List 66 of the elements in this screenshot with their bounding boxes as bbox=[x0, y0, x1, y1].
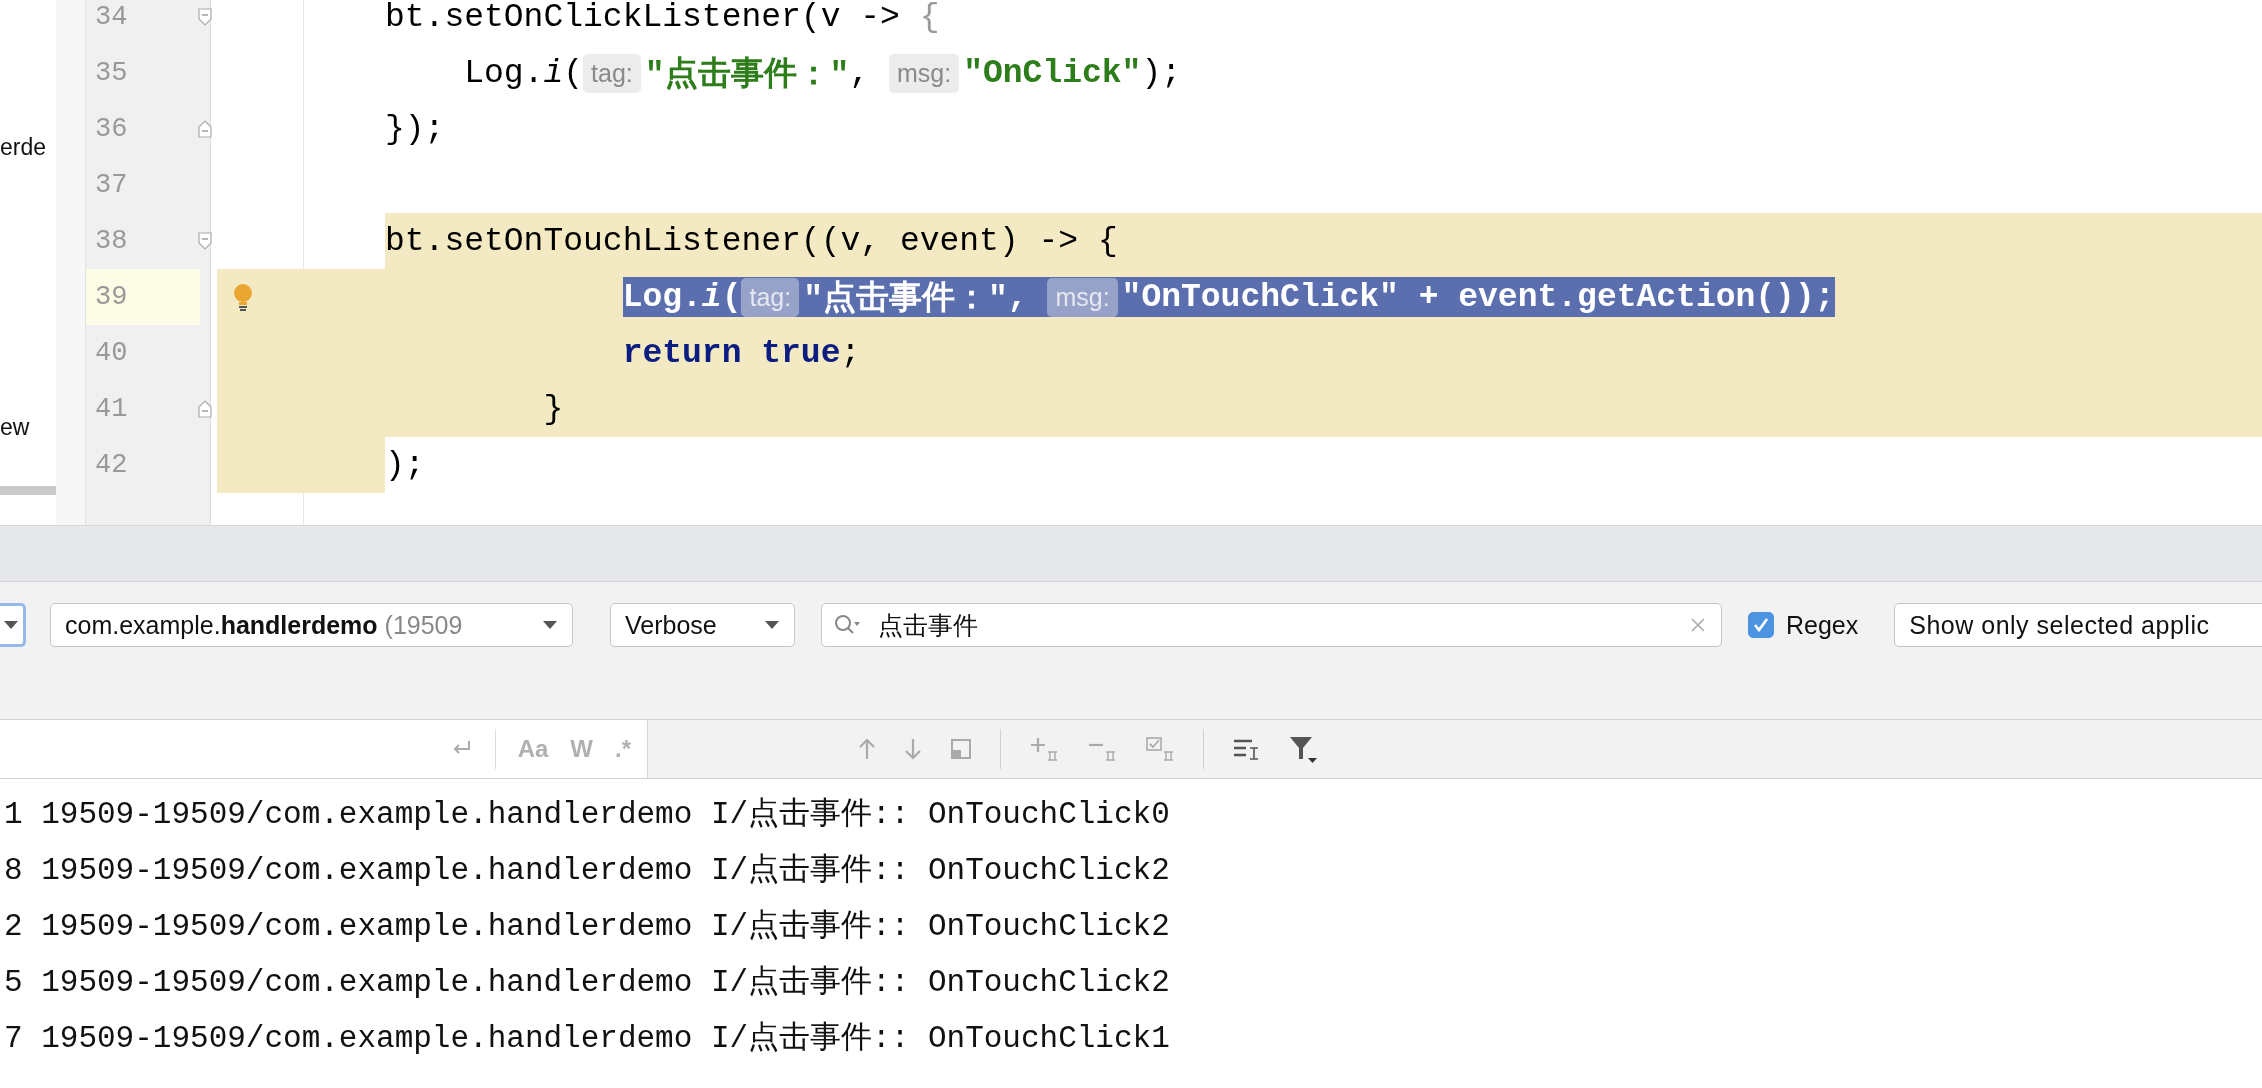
parameter-hint: tag: bbox=[741, 277, 800, 317]
fold-marker-icon[interactable] bbox=[198, 232, 212, 250]
log-line: 7 19509-19509/com.example.handlerdemo I/点击事件:: OnTouchClick1 bbox=[3, 1020, 1171, 1058]
code-text: return true bbox=[622, 334, 841, 372]
line-number: 39 bbox=[86, 269, 200, 325]
down-arrow-icon[interactable] bbox=[904, 738, 922, 760]
up-arrow-icon[interactable] bbox=[858, 738, 876, 760]
line-number: 38 bbox=[94, 225, 129, 258]
parameter-hint: tag: bbox=[583, 53, 641, 93]
line-number: 36 bbox=[94, 113, 129, 146]
code-text: "OnClick" bbox=[963, 54, 1142, 92]
line-number: 42 bbox=[94, 449, 129, 482]
code-text: }); bbox=[385, 110, 445, 148]
code-text: bt.setOnClickListener(v -> bbox=[385, 0, 901, 36]
scrollbar[interactable] bbox=[0, 486, 56, 495]
code-text: "点击事件：" bbox=[803, 279, 1008, 320]
square-icon[interactable] bbox=[950, 738, 972, 760]
line-number: 35 bbox=[94, 57, 129, 90]
code-text: Log. bbox=[464, 54, 544, 92]
code-text: } bbox=[543, 390, 564, 428]
code-text: bt.setOnTouchListener((v, event) -> { bbox=[385, 222, 1118, 260]
line-number: 37 bbox=[94, 169, 129, 202]
filter-icon[interactable] bbox=[1288, 734, 1318, 764]
project-tree-item[interactable]: ew bbox=[0, 412, 56, 442]
log-line: 1 19509-19509/com.example.handlerdemo I/点击事件:: OnTouchClick0 bbox=[3, 796, 1171, 834]
code-text: ; bbox=[840, 334, 861, 372]
fold-marker-icon[interactable] bbox=[198, 120, 212, 138]
code-text: ( bbox=[721, 278, 742, 316]
parameter-hint: msg: bbox=[1047, 277, 1118, 317]
code-text: i bbox=[701, 278, 722, 316]
line-number: 40 bbox=[94, 337, 129, 370]
format-icon[interactable] bbox=[1232, 737, 1260, 761]
code-text: "OnTouchClick" bbox=[1121, 278, 1399, 316]
code-text: "点击事件：" bbox=[644, 55, 850, 96]
code-text: , bbox=[849, 54, 871, 92]
filter-dropdown[interactable]: Show only selected applic bbox=[1894, 603, 2262, 647]
log-level-dropdown[interactable]: Verbose bbox=[610, 603, 795, 647]
code-text: { bbox=[919, 0, 940, 36]
code-text: + event.getAction()); bbox=[1417, 278, 1835, 316]
search-field[interactable]: 点击事件 bbox=[821, 603, 1722, 647]
code-text: Log. bbox=[622, 278, 702, 316]
log-line: 5 19509-19509/com.example.handlerdemo I/点击事件:: OnTouchClick2 bbox=[3, 964, 1171, 1002]
line-number: 41 bbox=[94, 393, 129, 426]
process-dropdown[interactable]: com.example.handlerdemo (19509 bbox=[50, 603, 573, 647]
code-text: ( bbox=[563, 54, 584, 92]
caret-icon bbox=[764, 620, 780, 630]
select-all-icon[interactable] bbox=[1145, 736, 1175, 762]
code-text: i bbox=[543, 54, 564, 92]
line-number: 34 bbox=[94, 1, 129, 34]
fold-marker-icon[interactable] bbox=[198, 400, 212, 418]
regex-checkbox[interactable] bbox=[1748, 612, 1774, 638]
regex-label: Regex bbox=[1786, 610, 1859, 640]
code-text: ); bbox=[1141, 54, 1181, 92]
log-line: 8 19509-19509/com.example.handlerdemo I/点击事件:: OnTouchClick2 bbox=[3, 852, 1171, 890]
lightbulb-icon[interactable] bbox=[232, 283, 254, 311]
device-dropdown[interactable] bbox=[0, 603, 26, 647]
caret-icon bbox=[542, 620, 558, 630]
code-text: ); bbox=[385, 446, 425, 484]
clear-icon[interactable] bbox=[1690, 617, 1706, 633]
add-occurrence-icon[interactable] bbox=[1029, 736, 1059, 762]
parameter-hint: msg: bbox=[889, 53, 960, 93]
project-tree-item[interactable]: erde bbox=[0, 132, 56, 162]
caret-icon bbox=[3, 620, 19, 630]
fold-marker-icon[interactable] bbox=[198, 8, 212, 26]
log-line: 2 19509-19509/com.example.handlerdemo I/点击事件:: OnTouchClick2 bbox=[3, 908, 1171, 946]
code-text: , bbox=[1007, 278, 1029, 316]
